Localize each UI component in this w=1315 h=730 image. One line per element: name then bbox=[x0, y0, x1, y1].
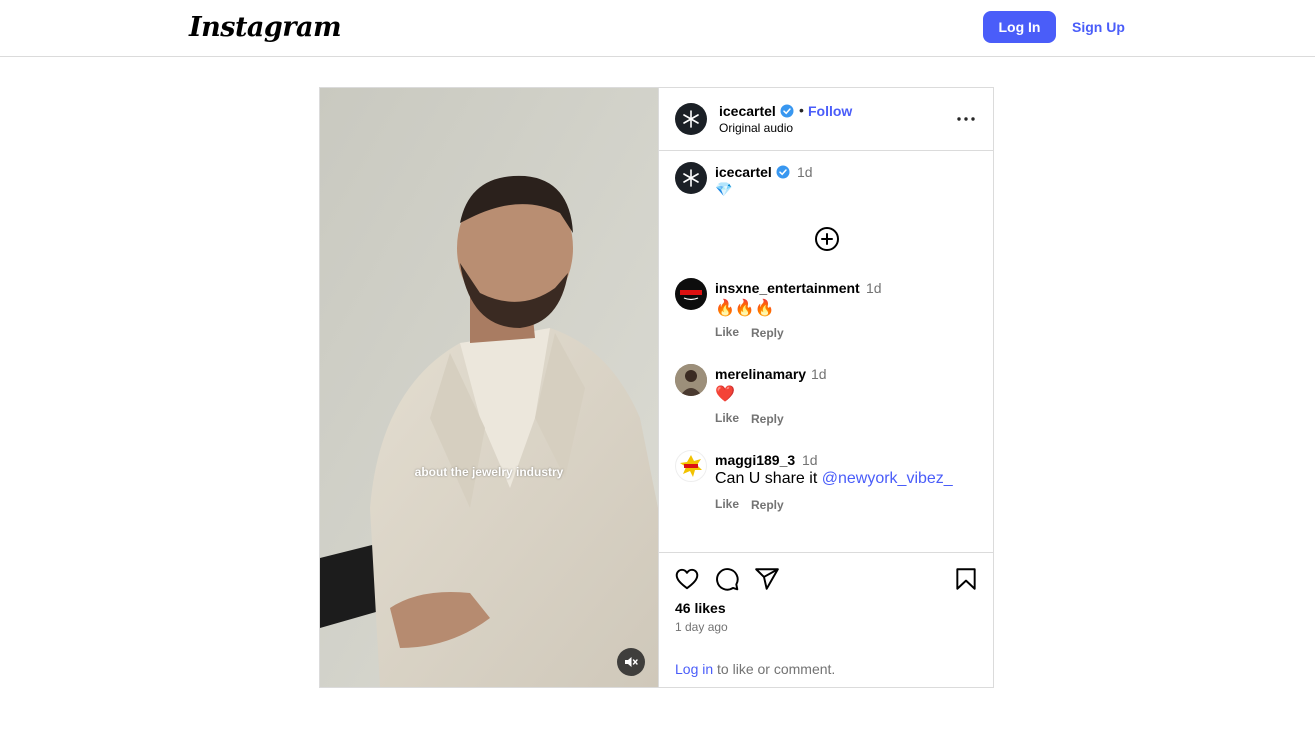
comment-reply-button[interactable]: Reply bbox=[751, 326, 784, 340]
comment-time[interactable]: 1d bbox=[866, 280, 882, 296]
follow-button[interactable]: Follow bbox=[808, 103, 852, 119]
snowflake-logo-icon bbox=[683, 110, 699, 128]
post-header: icecartel • Follow Original audio bbox=[659, 88, 994, 151]
share-icon bbox=[755, 568, 779, 590]
comment-username[interactable]: maggi189_3 bbox=[715, 452, 795, 468]
comment-username[interactable]: merelinamary bbox=[715, 366, 806, 382]
comment-like-button[interactable]: Like bbox=[715, 497, 739, 511]
caption-username[interactable]: icecartel bbox=[715, 164, 790, 180]
comment-time[interactable]: 1d bbox=[811, 366, 827, 382]
post-video[interactable]: about the jewelry industry bbox=[320, 88, 658, 687]
caption-text: 💎 bbox=[715, 181, 733, 197]
post-sidebar: icecartel • Follow Original audio icecar… bbox=[658, 88, 994, 687]
verified-badge-icon bbox=[780, 104, 794, 118]
mute-toggle-button[interactable] bbox=[617, 648, 645, 676]
author-avatar[interactable] bbox=[675, 103, 707, 135]
caption-username-text[interactable]: icecartel bbox=[715, 164, 772, 180]
speaker-muted-icon bbox=[625, 657, 638, 667]
caption-avatar[interactable] bbox=[675, 162, 707, 194]
burst-logo-icon bbox=[680, 455, 702, 477]
author-username-text[interactable]: icecartel bbox=[719, 103, 776, 119]
caption-time[interactable]: 1d bbox=[797, 164, 813, 180]
comments-section: icecartel 1d 💎 insxne_entertainment 1d 🔥… bbox=[659, 152, 994, 552]
action-bar: 46 likes 1 day ago Log in to like or com… bbox=[659, 552, 994, 687]
comment-like-button[interactable]: Like bbox=[715, 411, 739, 425]
video-frame-image bbox=[320, 88, 658, 687]
login-prompt-text: to like or comment. bbox=[713, 661, 836, 677]
like-button[interactable] bbox=[674, 566, 700, 592]
instagram-logo[interactable]: Instagram bbox=[189, 12, 342, 43]
video-caption-overlay: about the jewelry industry bbox=[414, 465, 564, 479]
more-options-button[interactable] bbox=[953, 110, 979, 128]
comment-text-body: Can U share it bbox=[715, 470, 822, 487]
commenter-avatar[interactable] bbox=[675, 450, 707, 482]
comment-username[interactable]: insxne_entertainment bbox=[715, 280, 860, 296]
heart-icon bbox=[675, 568, 699, 590]
comment-text: 🔥🔥🔥 bbox=[715, 300, 775, 317]
comment-reply-button[interactable]: Reply bbox=[751, 498, 784, 512]
profile-photo-icon bbox=[675, 364, 707, 396]
plus-circle-icon bbox=[815, 227, 839, 251]
comment-like-button[interactable]: Like bbox=[715, 325, 739, 339]
top-nav: Instagram Log In Sign Up bbox=[0, 0, 1315, 57]
insane-logo-icon bbox=[680, 290, 702, 301]
audio-label[interactable]: Original audio bbox=[719, 121, 793, 135]
commenter-avatar[interactable] bbox=[675, 278, 707, 310]
comment-text: ❤️ bbox=[715, 386, 735, 403]
comment-mention-link[interactable]: @newyork_vibez_ bbox=[822, 470, 953, 487]
login-prompt: Log in to like or comment. bbox=[675, 661, 835, 677]
snowflake-logo-icon bbox=[683, 169, 699, 187]
comment-text: Can U share it @newyork_vibez_ bbox=[715, 470, 953, 488]
login-link[interactable]: Log in bbox=[675, 661, 713, 677]
likes-count[interactable]: 46 likes bbox=[675, 600, 726, 616]
comment-time[interactable]: 1d bbox=[802, 452, 818, 468]
header-separator: • bbox=[799, 102, 804, 118]
bookmark-icon bbox=[956, 568, 976, 590]
more-options-icon bbox=[957, 117, 975, 121]
share-button[interactable] bbox=[754, 566, 780, 592]
post-card: about the jewelry industry icecartel • F… bbox=[319, 87, 994, 688]
load-more-comments-button[interactable] bbox=[814, 226, 840, 252]
signup-button[interactable]: Sign Up bbox=[1066, 11, 1131, 43]
save-button[interactable] bbox=[953, 566, 979, 592]
post-date[interactable]: 1 day ago bbox=[675, 620, 728, 634]
comment-button[interactable] bbox=[714, 566, 740, 592]
author-username[interactable]: icecartel bbox=[719, 103, 794, 119]
comment-icon bbox=[716, 568, 739, 591]
comment-reply-button[interactable]: Reply bbox=[751, 412, 784, 426]
login-button[interactable]: Log In bbox=[983, 11, 1056, 43]
verified-badge-icon bbox=[776, 165, 790, 179]
commenter-avatar[interactable] bbox=[675, 364, 707, 396]
